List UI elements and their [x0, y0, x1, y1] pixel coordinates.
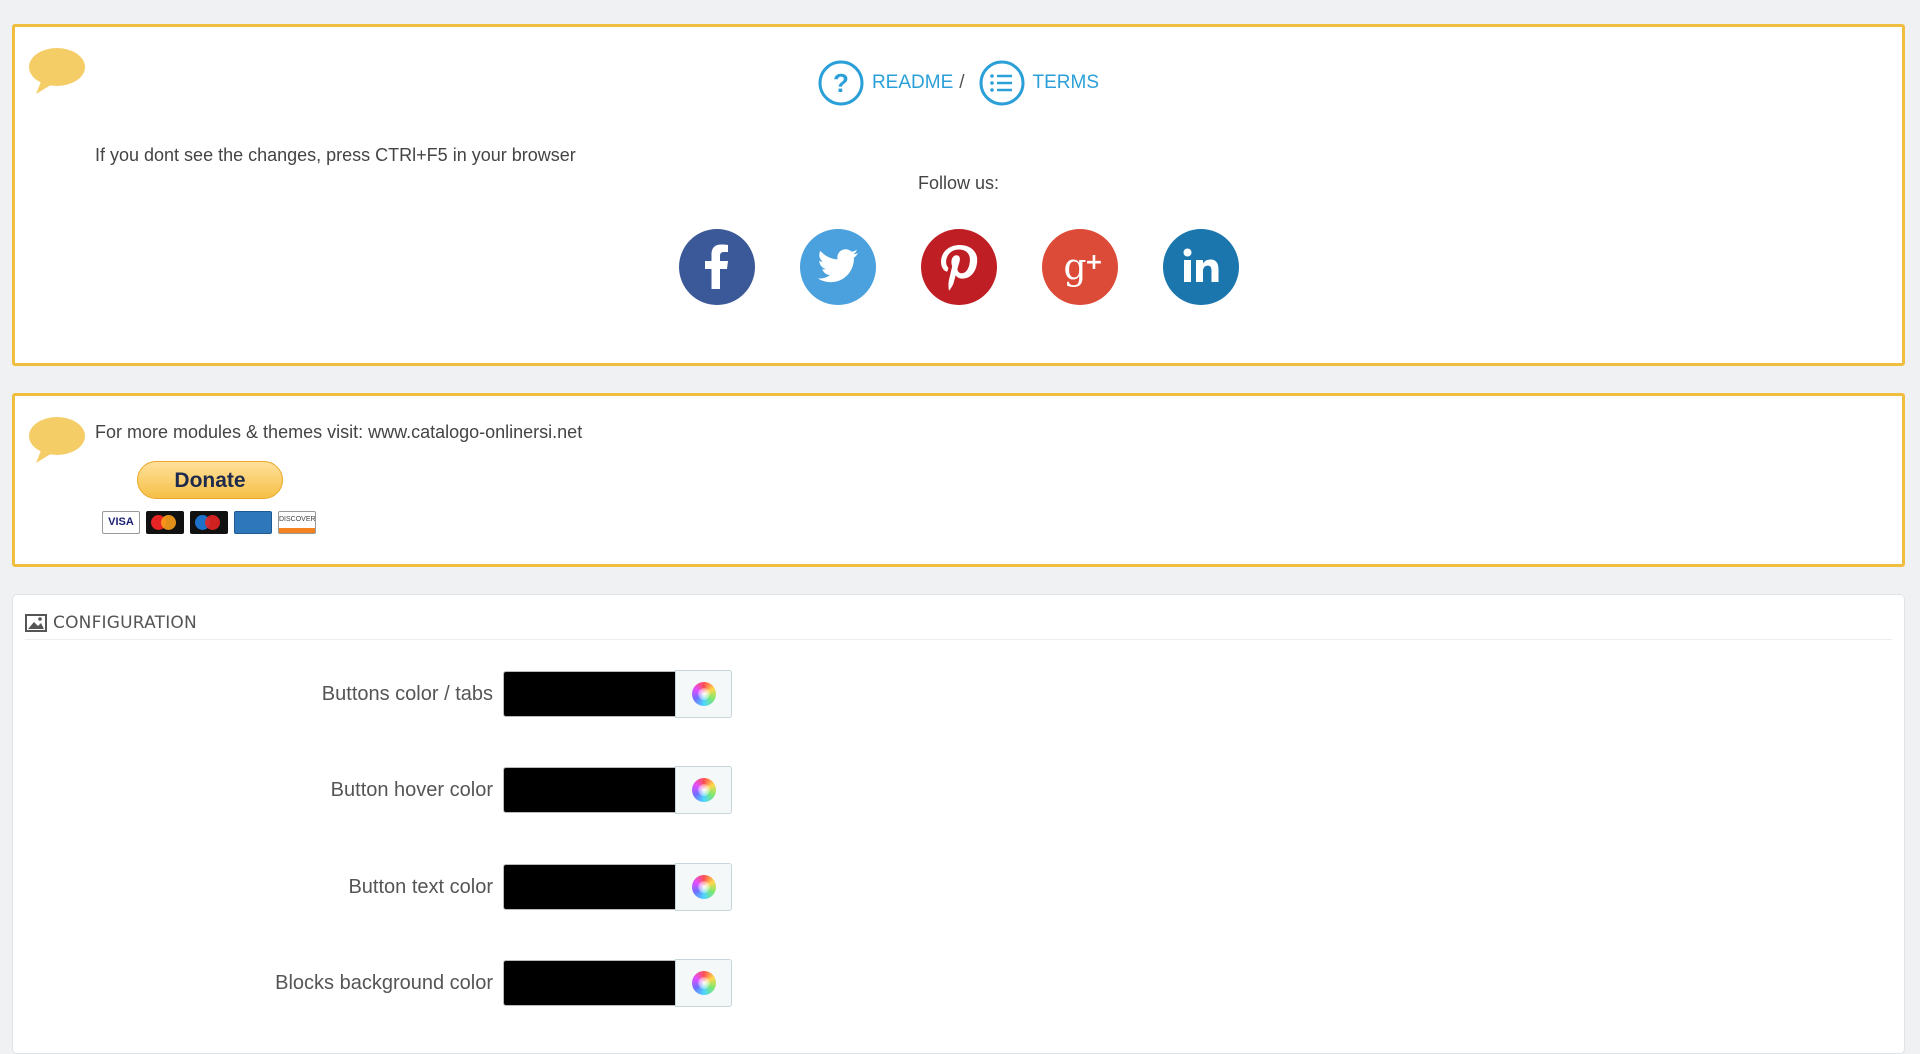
color-input[interactable]	[503, 767, 675, 813]
more-modules-text: For more modules & themes visit: www.cat…	[95, 422, 583, 442]
field-button-hover-color: Button hover color	[13, 766, 773, 814]
svg-text:+: +	[1084, 250, 1102, 275]
link-separator: /	[959, 72, 965, 93]
configuration-header: CONFIGURATION	[25, 607, 1892, 640]
twitter-icon[interactable]	[799, 229, 890, 319]
color-picker-button[interactable]	[675, 766, 732, 814]
social-links: g +	[15, 229, 1902, 319]
svg-text:?: ?	[833, 68, 849, 98]
color-picker-button[interactable]	[675, 670, 732, 718]
pinterest-icon[interactable]	[920, 229, 1011, 319]
refresh-hint: If you dont see the changes, press CTRl+…	[95, 145, 576, 165]
list-circle-icon[interactable]	[979, 60, 1025, 106]
mastercard-icon	[146, 511, 184, 534]
color-picker-button[interactable]	[675, 959, 732, 1007]
field-label: Button text color	[348, 875, 493, 898]
color-input[interactable]	[503, 960, 675, 1006]
field-button-text-color: Button text color	[13, 863, 773, 911]
configuration-panel: CONFIGURATION Buttons color / tabs Butto…	[12, 594, 1905, 1054]
donate-button[interactable]: Donate	[137, 461, 283, 499]
linkedin-icon[interactable]	[1162, 229, 1253, 319]
payment-cards: VISA DISCOVER	[102, 511, 316, 534]
maestro-card-icon	[190, 511, 228, 534]
field-label: Button hover color	[330, 778, 493, 801]
google-plus-icon[interactable]: g +	[1041, 229, 1132, 319]
color-picker-button[interactable]	[675, 863, 732, 911]
image-icon	[25, 614, 47, 632]
facebook-icon[interactable]	[678, 229, 769, 319]
color-wheel-icon	[691, 682, 716, 706]
configuration-title: CONFIGURATION	[53, 613, 197, 633]
speech-bubble-icon	[29, 417, 85, 463]
field-label: Blocks background color	[275, 971, 493, 994]
promo-panel: For more modules & themes visit: www.cat…	[12, 393, 1905, 567]
color-input[interactable]	[503, 671, 675, 717]
field-label: Buttons color / tabs	[321, 682, 493, 705]
amex-card-icon	[234, 511, 272, 534]
info-panel: ? README / TERMS If you dont see the cha…	[12, 24, 1905, 366]
terms-link[interactable]: TERMS	[1033, 72, 1100, 94]
color-wheel-icon	[691, 778, 716, 802]
question-circle-icon[interactable]: ?	[818, 60, 864, 106]
follow-label: Follow us:	[917, 173, 1000, 193]
color-wheel-icon	[691, 971, 716, 995]
doc-links: ? README / TERMS	[15, 60, 1902, 106]
color-input[interactable]	[503, 864, 675, 910]
field-blocks-background-color: Blocks background color	[13, 959, 773, 1007]
readme-link[interactable]: README	[872, 72, 953, 94]
color-wheel-icon	[691, 875, 716, 899]
svg-text:g: g	[1063, 247, 1086, 288]
field-buttons-color: Buttons color / tabs	[13, 670, 773, 718]
discover-card-icon: DISCOVER	[278, 511, 316, 534]
visa-card-icon: VISA	[102, 511, 140, 534]
